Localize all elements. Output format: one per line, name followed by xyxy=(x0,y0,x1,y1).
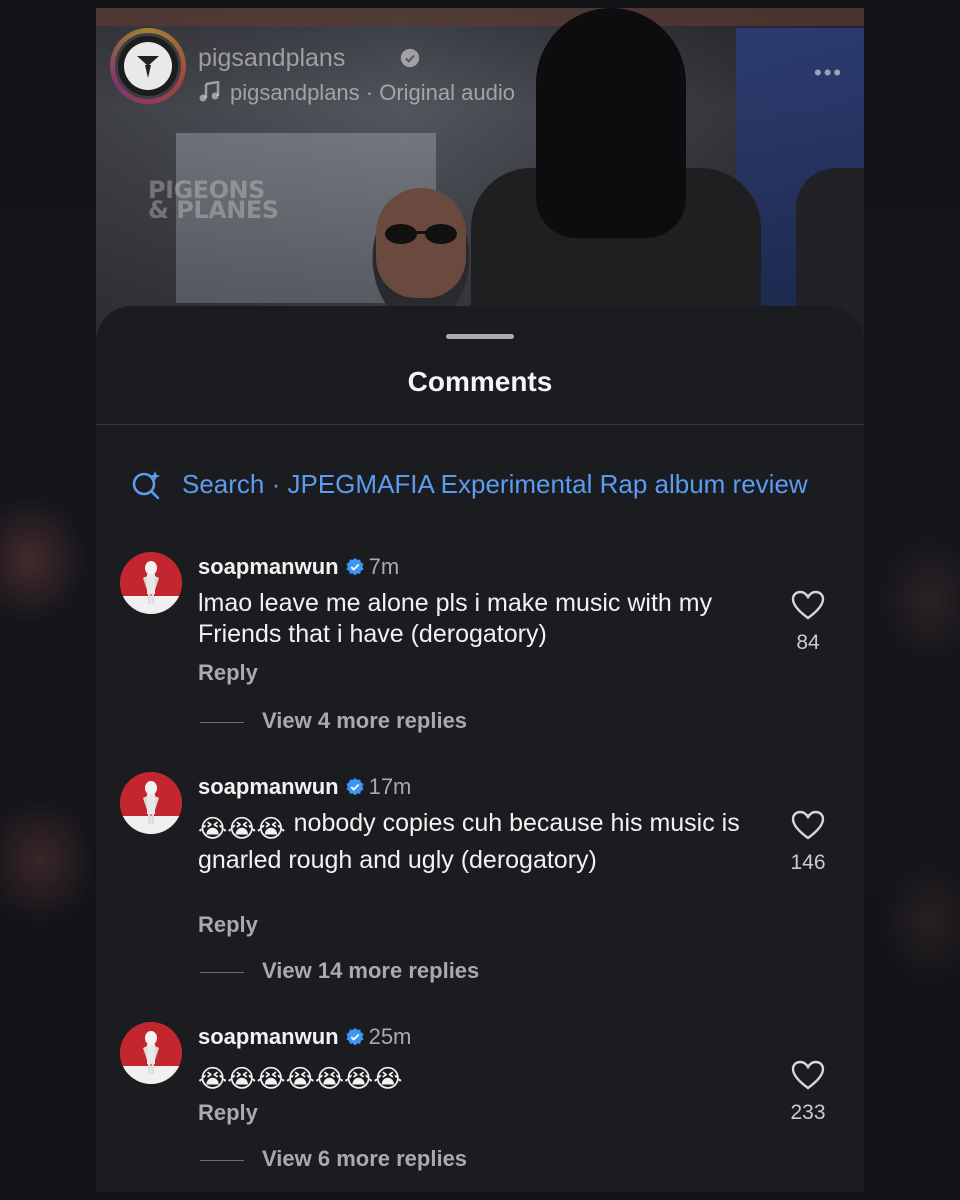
sheet-divider xyxy=(96,424,864,425)
verified-badge-icon xyxy=(346,557,364,576)
sparkle-search-icon xyxy=(132,471,160,500)
comment-text: lmao leave me alone pls i make music wit… xyxy=(198,589,713,648)
audio-label[interactable]: pigsandplans · Original audio xyxy=(198,80,515,106)
like-count: 84 xyxy=(796,631,820,654)
comment-search-suggestion[interactable]: Search · JPEGMAFIA Experimental Rap albu… xyxy=(130,466,850,506)
search-suggestion-text: Search · JPEGMAFIA Experimental Rap albu… xyxy=(182,469,808,499)
commenter-avatar[interactable] xyxy=(120,552,182,614)
commenter-avatar[interactable] xyxy=(120,1022,182,1084)
comment-item: soapmanwun 17m 😭😭😭 nobody copies cuh becau… xyxy=(96,772,864,992)
crying-emoji-group: 😭😭😭😭😭😭😭 xyxy=(198,1065,403,1093)
comment-time: 25m xyxy=(368,1024,412,1049)
avatar-figure-image xyxy=(120,772,182,834)
like-count: 233 xyxy=(790,1101,826,1124)
comment-username[interactable]: soapmanwun xyxy=(198,554,339,579)
commenter-avatar[interactable] xyxy=(120,772,182,834)
comments-sheet: Comments Search · JPEGMAFIA Experimental… xyxy=(96,306,864,1192)
reply-button[interactable]: Reply xyxy=(198,660,258,686)
sunglasses-shape xyxy=(385,224,457,244)
avatar-figure-image xyxy=(120,552,182,614)
comment-time: 17m xyxy=(368,774,412,799)
comment-item: soapmanwun 25m 😭😭😭😭😭😭😭 Reply View 6 more … xyxy=(96,1022,864,1192)
phone-screen: PIGEONS & PLANES pigsandplans pigsandpla… xyxy=(96,8,864,1192)
account-avatar[interactable] xyxy=(115,33,181,99)
crying-emoji-group: 😭😭😭 xyxy=(198,815,286,843)
comment-text: 😭😭😭😭😭😭😭 xyxy=(198,1058,758,1095)
account-name[interactable]: pigsandplans xyxy=(198,44,345,73)
like-control[interactable]: 84 xyxy=(776,590,840,655)
avatar-figure-image xyxy=(120,1022,182,1084)
pigeons-logo-icon xyxy=(137,56,159,78)
verified-badge-icon xyxy=(400,48,420,68)
heart-icon xyxy=(791,590,825,620)
comment-header: soapmanwun 17m xyxy=(198,774,411,800)
video-watermark: PIGEONS & PLANES xyxy=(148,176,279,224)
comment-time: 7m xyxy=(368,554,400,579)
comment-text: 😭😭😭 nobody copies cuh because his music i… xyxy=(198,808,758,876)
sheet-title: Comments xyxy=(407,366,553,397)
heart-icon xyxy=(791,1060,825,1090)
verified-badge-icon xyxy=(346,1027,364,1046)
comment-username[interactable]: soapmanwun xyxy=(198,1024,339,1049)
view-replies-label: View 6 more replies xyxy=(262,1146,468,1171)
like-control[interactable]: 146 xyxy=(776,810,840,875)
comment-item: soapmanwun 7m lmao leave me alone pls i m… xyxy=(96,552,864,742)
comment-username[interactable]: soapmanwun xyxy=(198,774,339,799)
sheet-grabber[interactable] xyxy=(446,334,514,339)
replies-line xyxy=(200,972,244,973)
replies-line xyxy=(200,722,244,723)
view-replies-label: View 14 more replies xyxy=(262,958,480,983)
replies-line xyxy=(200,1160,244,1161)
reply-button[interactable]: Reply xyxy=(198,912,258,938)
like-control[interactable]: 233 xyxy=(776,1060,840,1125)
reply-button[interactable]: Reply xyxy=(198,1100,258,1126)
verified-badge-icon xyxy=(346,777,364,796)
comment-header: soapmanwun 25m xyxy=(198,1024,411,1050)
music-note-icon xyxy=(199,80,220,102)
more-options-icon[interactable]: ••• xyxy=(814,60,843,86)
audio-text: pigsandplans · Original audio xyxy=(230,80,515,105)
reel-header: pigsandplans pigsandplans · Original aud… xyxy=(110,22,850,105)
comment-header: soapmanwun 7m xyxy=(198,554,399,580)
view-replies-label: View 4 more replies xyxy=(262,708,468,733)
heart-icon xyxy=(791,810,825,840)
like-count: 146 xyxy=(790,851,826,874)
